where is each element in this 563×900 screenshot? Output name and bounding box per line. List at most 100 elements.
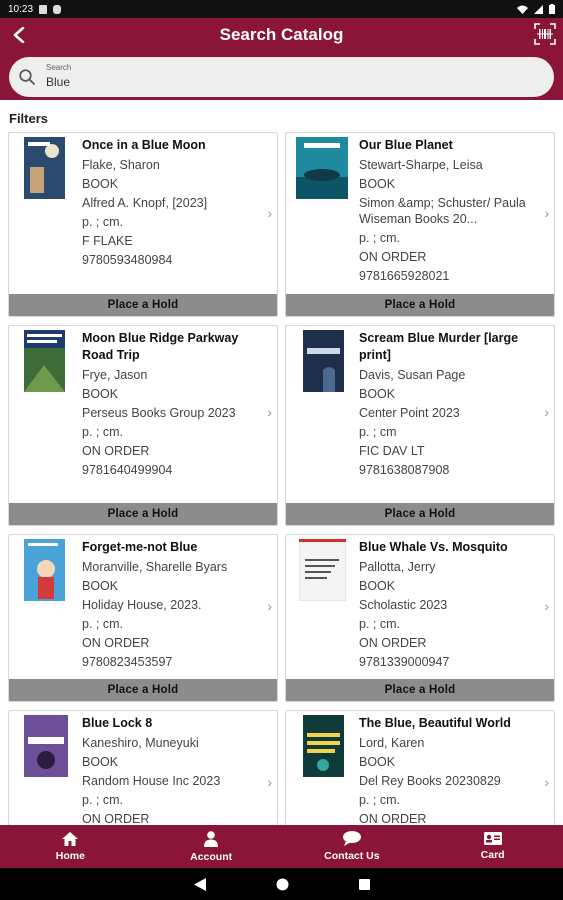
book-cover[interactable] xyxy=(24,539,65,601)
book-physical: p. ; cm. xyxy=(82,617,123,631)
shield-icon xyxy=(53,4,62,14)
book-cover[interactable] xyxy=(303,330,344,392)
nav-account[interactable]: Account xyxy=(141,825,282,868)
book-title: Once in a Blue Moon xyxy=(82,138,206,152)
book-publisher: Holiday House, 2023. xyxy=(82,598,202,612)
wifi-icon xyxy=(517,5,528,14)
search-label: Search xyxy=(46,63,72,72)
barcode-scan-button[interactable] xyxy=(533,22,557,46)
place-hold-button[interactable]: Place a Hold xyxy=(286,294,554,316)
chevron-right-icon: › xyxy=(267,404,272,420)
book-cover[interactable] xyxy=(24,137,65,199)
book-format: BOOK xyxy=(359,177,396,191)
book-format: BOOK xyxy=(359,579,396,593)
search-box[interactable]: Search xyxy=(9,57,554,97)
book-info: Blue Whale Vs. Mosquito Pallotta, Jerry … xyxy=(359,539,538,672)
book-isbn: 9781640499904 xyxy=(82,463,173,477)
place-hold-button[interactable]: Place a Hold xyxy=(9,679,277,701)
book-card[interactable]: Forget-me-not Blue Moranville, Sharelle … xyxy=(8,534,278,702)
place-hold-button[interactable]: Place a Hold xyxy=(9,503,277,525)
book-physical: p. ; cm. xyxy=(82,425,123,439)
book-info: Our Blue Planet Stewart-Sharpe, Leisa BO… xyxy=(359,137,538,286)
book-title: Moon Blue Ridge Parkway Road Trip xyxy=(82,331,239,362)
search-icon xyxy=(19,69,35,85)
status-bar: 10:23 xyxy=(0,0,563,18)
book-card[interactable]: Scream Blue Murder [large print] Davis, … xyxy=(285,325,555,526)
nav-home[interactable]: Home xyxy=(0,825,141,868)
book-format: BOOK xyxy=(82,755,119,769)
book-publisher: Perseus Books Group 2023 xyxy=(82,406,236,420)
book-cover[interactable] xyxy=(24,330,65,392)
card-icon xyxy=(483,832,502,845)
book-format: BOOK xyxy=(359,755,396,769)
search-input[interactable] xyxy=(46,75,526,89)
book-isbn: 9781339000947 xyxy=(359,655,450,669)
book-author: Kaneshiro, Muneyuki xyxy=(82,736,199,750)
place-hold-button[interactable]: Place a Hold xyxy=(286,503,554,525)
book-author: Frye, Jason xyxy=(82,368,148,382)
nav-contact-label: Contact Us xyxy=(324,850,380,862)
book-isbn: 9780823453597 xyxy=(82,655,173,669)
book-card[interactable]: Moon Blue Ridge Parkway Road Trip Frye, … xyxy=(8,325,278,526)
system-recents-icon[interactable] xyxy=(358,878,370,890)
nav-card[interactable]: Card xyxy=(422,825,563,868)
chevron-right-icon: › xyxy=(544,774,549,790)
book-isbn: 9781638087908 xyxy=(359,463,450,477)
place-hold-button[interactable]: Place a Hold xyxy=(9,294,277,316)
chevron-right-icon: › xyxy=(267,205,272,221)
app-header: Search Catalog Search xyxy=(0,18,563,100)
system-home-icon[interactable] xyxy=(276,878,289,891)
status-time: 10:23 xyxy=(8,3,34,15)
book-info: The Blue, Beautiful World Lord, Karen BO… xyxy=(359,715,538,829)
book-format: BOOK xyxy=(82,579,119,593)
book-info: Blue Lock 8 Kaneshiro, Muneyuki BOOK Ran… xyxy=(82,715,261,829)
chat-icon xyxy=(342,831,361,846)
book-physical: p. ; cm. xyxy=(82,215,123,229)
book-publisher: Scholastic 2023 xyxy=(359,598,448,612)
book-call-number: ON ORDER xyxy=(82,636,150,650)
book-card[interactable]: Our Blue Planet Stewart-Sharpe, Leisa BO… xyxy=(285,132,555,317)
book-call-number: ON ORDER xyxy=(82,444,150,458)
place-hold-button[interactable]: Place a Hold xyxy=(286,679,554,701)
book-cover[interactable] xyxy=(24,715,68,777)
book-call-number: F FLAKE xyxy=(82,234,133,248)
book-call-number: ON ORDER xyxy=(359,250,427,264)
book-format: BOOK xyxy=(359,387,396,401)
book-call-number: FIC DAV LT xyxy=(359,444,425,458)
book-isbn: 9780593480984 xyxy=(82,253,173,267)
book-physical: p. ; cm xyxy=(359,425,397,439)
system-back-icon[interactable] xyxy=(193,877,206,891)
notification-icon xyxy=(39,4,48,14)
book-title: Blue Lock 8 xyxy=(82,716,153,730)
book-title: Forget-me-not Blue xyxy=(82,540,198,554)
book-author: Pallotta, Jerry xyxy=(359,560,436,574)
nav-home-label: Home xyxy=(55,849,85,862)
book-info: Scream Blue Murder [large print] Davis, … xyxy=(359,330,538,480)
book-card[interactable]: Once in a Blue Moon Flake, Sharon BOOK A… xyxy=(8,132,278,317)
system-nav-bar xyxy=(0,868,563,900)
book-isbn: 9781665928021 xyxy=(359,269,450,283)
book-title: Scream Blue Murder [large print] xyxy=(359,331,519,362)
book-publisher: Del Rey Books 20230829 xyxy=(359,774,501,788)
book-physical: p. ; cm. xyxy=(82,793,123,807)
book-author: Flake, Sharon xyxy=(82,158,160,172)
book-author: Davis, Susan Page xyxy=(359,368,466,382)
book-format: BOOK xyxy=(82,387,119,401)
signal-icon xyxy=(534,4,543,14)
book-format: BOOK xyxy=(82,177,119,191)
book-author: Stewart-Sharpe, Leisa xyxy=(359,158,483,172)
book-publisher: Center Point 2023 xyxy=(359,406,460,420)
book-call-number: ON ORDER xyxy=(359,636,427,650)
book-author: Moranville, Sharelle Byars xyxy=(82,560,228,574)
battery-icon xyxy=(549,4,555,14)
chevron-right-icon: › xyxy=(544,404,549,420)
book-cover[interactable] xyxy=(296,137,348,199)
book-cover[interactable] xyxy=(299,539,346,601)
nav-contact-us[interactable]: Contact Us xyxy=(282,825,423,868)
book-cover[interactable] xyxy=(303,715,344,777)
book-card[interactable]: Blue Whale Vs. Mosquito Pallotta, Jerry … xyxy=(285,534,555,702)
book-info: Forget-me-not Blue Moranville, Sharelle … xyxy=(82,539,261,672)
home-icon xyxy=(62,831,79,846)
filters-label[interactable]: Filters xyxy=(9,111,48,126)
book-title: Our Blue Planet xyxy=(359,138,453,152)
